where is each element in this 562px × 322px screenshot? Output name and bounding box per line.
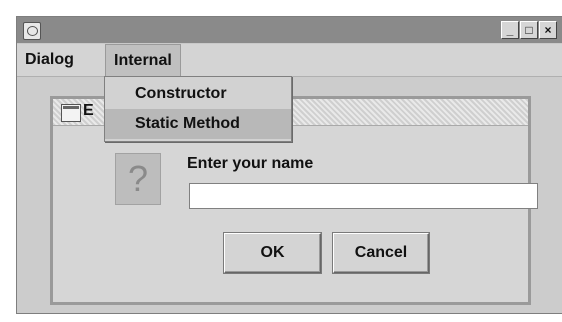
application-window: _ □ × Dialog Internal E ? Enter your nam…: [16, 16, 562, 314]
prompt-label: Enter your name: [187, 155, 314, 172]
ok-button[interactable]: OK: [224, 233, 321, 273]
menu-dialog[interactable]: Dialog: [17, 44, 82, 76]
menu-item-constructor[interactable]: Constructor: [105, 79, 291, 109]
menu-internal[interactable]: Internal: [105, 44, 181, 77]
minimize-button[interactable]: _: [501, 21, 519, 39]
close-button[interactable]: ×: [539, 21, 557, 39]
maximize-button[interactable]: □: [520, 21, 538, 39]
window-icon[interactable]: [61, 104, 81, 122]
question-icon: ?: [115, 153, 161, 205]
menu-bar: Dialog Internal: [17, 44, 562, 77]
app-icon[interactable]: [23, 22, 41, 40]
cancel-button[interactable]: Cancel: [333, 233, 429, 273]
title-bar[interactable]: _ □ ×: [17, 17, 562, 43]
internal-frame-title: E: [83, 102, 94, 119]
menu-item-static-method[interactable]: Static Method: [105, 109, 291, 139]
internal-menu-popup: Constructor Static Method: [104, 76, 292, 142]
name-input[interactable]: [189, 183, 538, 209]
